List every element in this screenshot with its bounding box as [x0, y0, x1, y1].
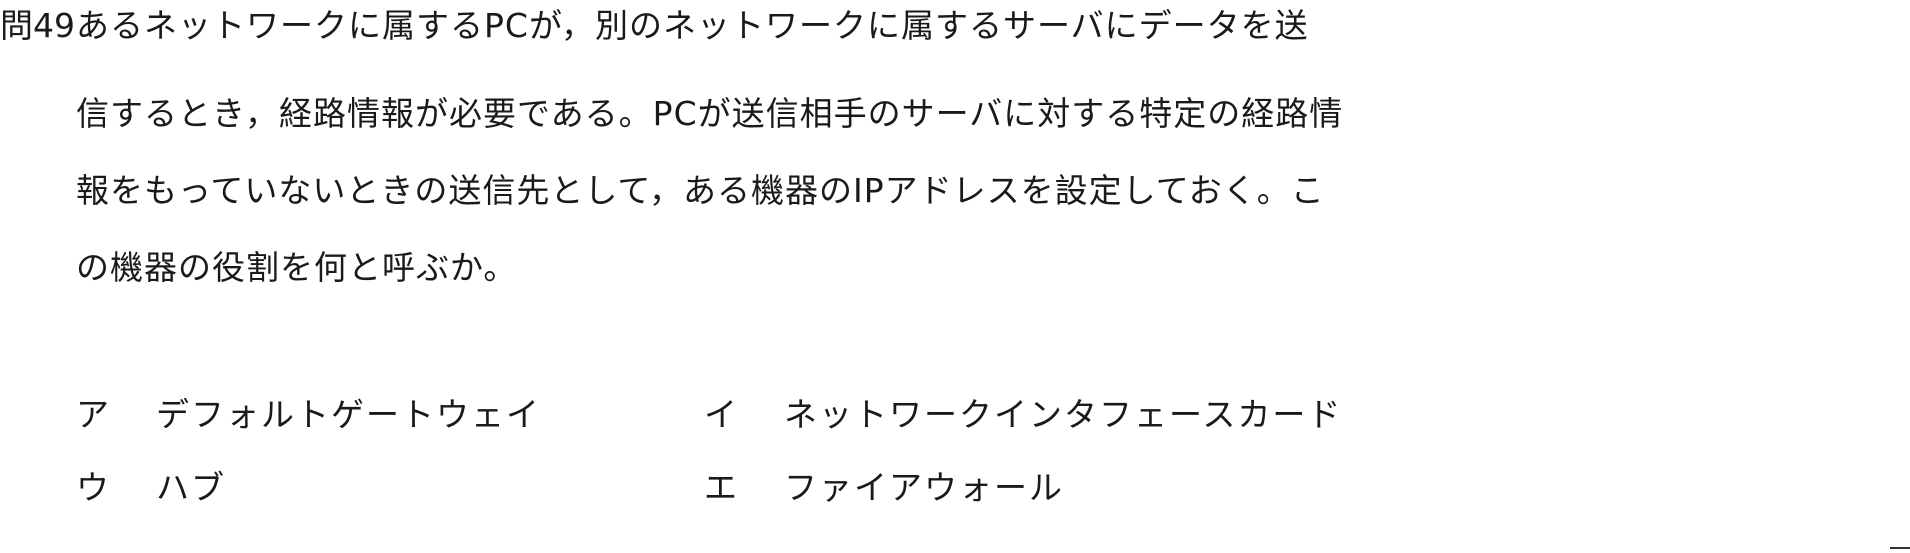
option-u: ウ ハブ: [76, 468, 226, 508]
question-line-1: 問49あるネットワークに属するPCが，別のネットワークに属するサーバにデータを送: [0, 6, 1309, 46]
question-text-line-4: の機器の役割を何と呼ぶか。: [76, 248, 518, 287]
question-number: 問49: [0, 6, 75, 45]
option-a: ア デフォルトゲートウェイ: [76, 395, 541, 435]
option-e-text: ファイアウォール: [784, 468, 1064, 507]
option-u-text: ハブ: [156, 468, 226, 507]
option-i: イ ネットワークインタフェースカード: [704, 395, 1342, 435]
corner-mark: [1890, 547, 1910, 553]
option-i-text: ネットワークインタフェースカード: [784, 395, 1343, 434]
question-text-line-1: あるネットワークに属するPCが，別のネットワークに属するサーバにデータを送: [76, 6, 1309, 45]
option-e-label: エ: [704, 468, 739, 507]
option-a-label: ア: [76, 395, 111, 434]
question-text-line-3: 報をもっていないときの送信先として，ある機器のIPアドレスを設定しておく。こ: [76, 171, 1325, 210]
option-a-text: デフォルトゲートウェイ: [156, 395, 541, 434]
option-u-label: ウ: [76, 468, 111, 507]
option-i-label: イ: [704, 395, 739, 434]
option-e: エ ファイアウォール: [704, 468, 1064, 508]
question-text-line-2: 信するとき，経路情報が必要である。PCが送信相手のサーバに対する特定の経路情: [76, 94, 1344, 133]
